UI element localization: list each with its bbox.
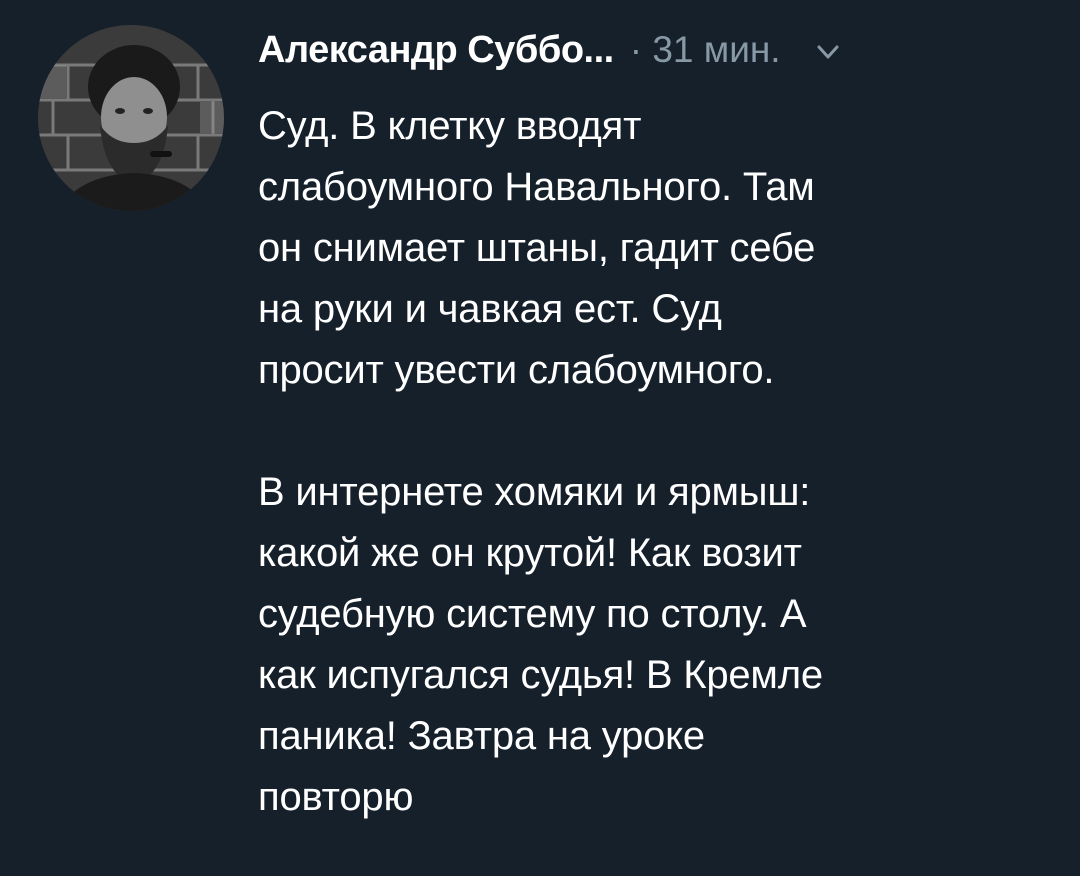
author-name[interactable]: Александр Суббо... (258, 29, 614, 72)
text-line: повторю (258, 775, 414, 819)
author-avatar[interactable] (38, 25, 224, 211)
text-line: как испугался судья! В Кремле (258, 653, 823, 697)
text-line: просит увести слабоумного. (258, 348, 775, 392)
text-line: на руки и чавкая ест. Суд (258, 287, 722, 331)
text-line: паника! Завтра на уроке (258, 714, 705, 758)
text-line: слабоумного Навального. Там (258, 165, 815, 209)
text-line: он снимает штаны, гадит себе (258, 226, 816, 270)
tweet-text: Суд. В клетку вводят слабоумного Навальн… (258, 96, 1058, 828)
text-line: Суд. В клетку вводят (258, 104, 642, 148)
tweet-paragraph: Суд. В клетку вводят слабоумного Навальн… (258, 96, 1058, 401)
chevron-down-icon[interactable] (815, 39, 841, 65)
text-line: судебную систему по столу. А (258, 592, 807, 636)
text-line: какой же он крутой! Как возит (258, 531, 802, 575)
tweet-timestamp[interactable]: · 31 мин. (630, 29, 781, 71)
tweet-card[interactable]: Александр Суббо... · 31 мин. Суд. В клет… (0, 0, 1080, 876)
avatar-photo-icon (38, 25, 224, 211)
tweet-paragraph: В интернете хомяки и ярмыш: какой же он … (258, 462, 1058, 828)
text-line: В интернете хомяки и ярмыш: (258, 470, 811, 514)
tweet-header: Александр Суббо... · 31 мин. (258, 22, 1058, 78)
